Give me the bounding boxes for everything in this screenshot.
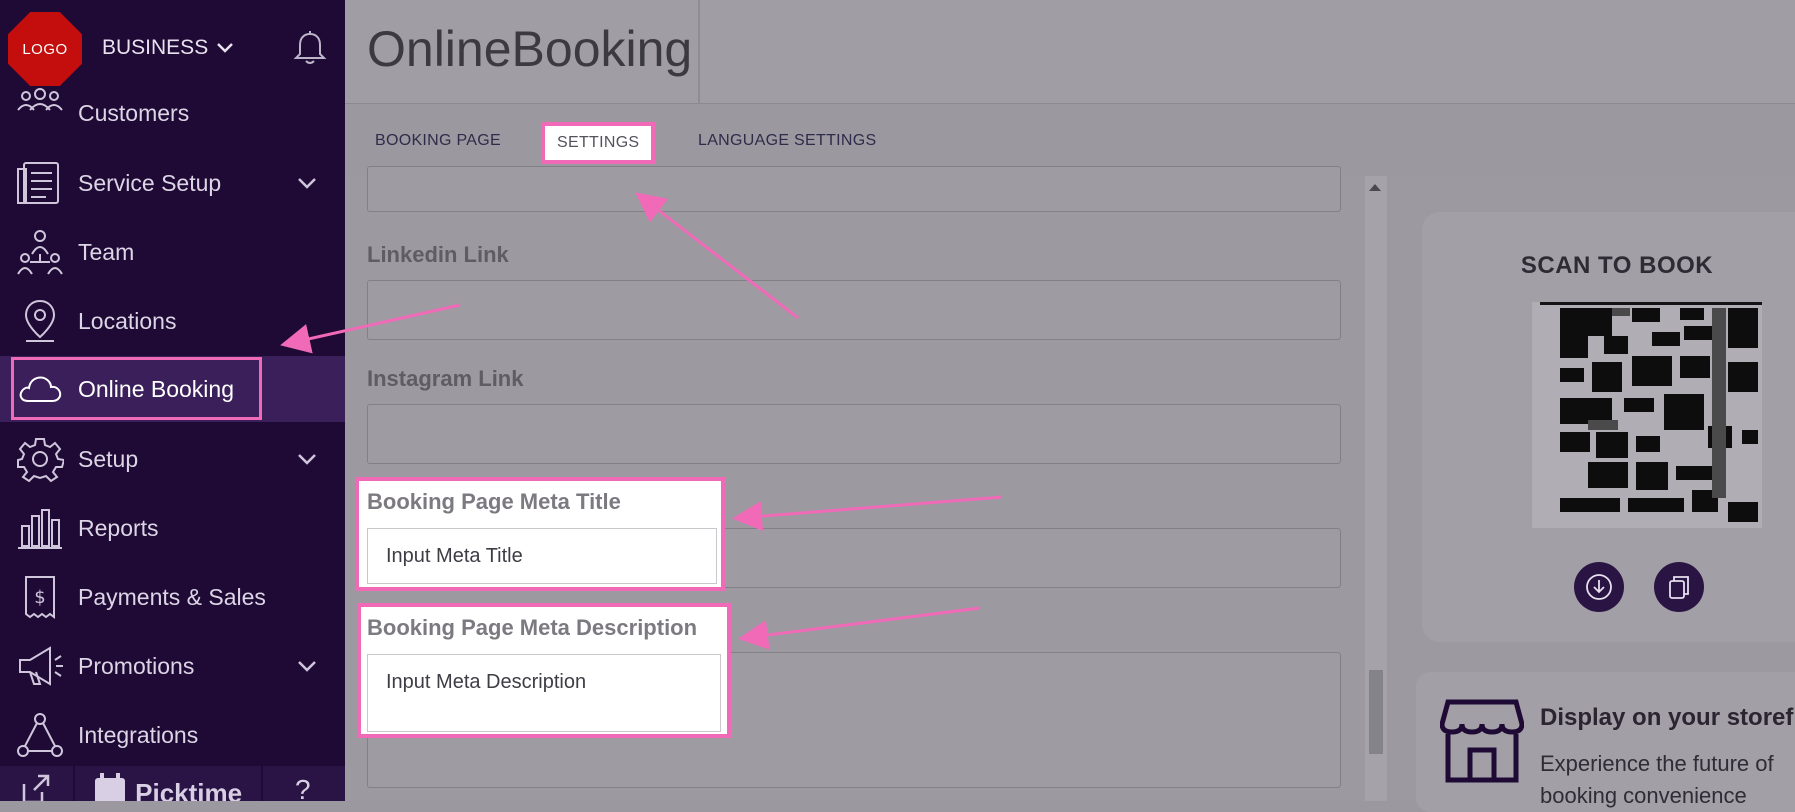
- integrations-icon: [17, 713, 63, 757]
- instagram-input[interactable]: [367, 404, 1341, 464]
- settings-form: Linkedin Link Instagram Link Booking Pag…: [345, 166, 1365, 801]
- sidebar-item-label: Setup: [78, 445, 139, 472]
- download-qr-button[interactable]: [1574, 562, 1624, 612]
- previous-link-input[interactable]: [367, 166, 1341, 212]
- business-logo[interactable]: LOGO: [8, 12, 82, 86]
- team-icon: [17, 230, 63, 275]
- chevron-down-icon: [298, 454, 316, 465]
- storefront-card: Display on your storefront Experience th…: [1416, 672, 1795, 812]
- download-icon: [1586, 574, 1612, 600]
- location-pin-icon: [24, 299, 56, 342]
- instagram-label: Instagram Link: [367, 366, 524, 391]
- scan-to-book-title: SCAN TO BOOK: [1520, 252, 1714, 279]
- scroll-up-arrow-icon[interactable]: [1369, 184, 1381, 191]
- storefront-description-line-1: Experience the future of: [1540, 751, 1774, 776]
- tab-settings[interactable]: SETTINGS: [541, 122, 656, 164]
- sidebar-item-label: Service Setup: [78, 169, 222, 196]
- meta-title-highlight: Booking Page Meta Title Input Meta Title: [355, 477, 725, 591]
- bar-chart-icon: [18, 509, 62, 549]
- qr-card: SCAN TO BOOK: [1422, 212, 1795, 642]
- sidebar-item-promotions[interactable]: Promotions: [0, 633, 345, 699]
- external-link-icon: [22, 774, 50, 801]
- sidebar-item-setup[interactable]: Setup: [0, 426, 345, 492]
- meta-description-label: Booking Page Meta Description: [367, 615, 698, 640]
- sidebar-item-reports[interactable]: Reports: [0, 495, 345, 561]
- sidebar-item-label: Integrations: [78, 721, 199, 748]
- meta-description-input[interactable]: Input Meta Description: [367, 654, 721, 732]
- service-setup-icon: [17, 162, 59, 204]
- receipt-dollar-icon: $: [25, 576, 55, 619]
- sidebar-item-customers[interactable]: Customers: [0, 82, 345, 148]
- sidebar-item-service-setup[interactable]: Service Setup: [0, 150, 345, 216]
- picktime-brand[interactable]: Picktime: [75, 766, 263, 801]
- tab-language-settings[interactable]: LANGUAGE SETTINGS: [698, 132, 876, 150]
- page-header: OnlineBooking: [345, 0, 1795, 104]
- sidebar-item-label: Reports: [78, 514, 159, 541]
- meta-description-highlight: Booking Page Meta Description Input Meta…: [357, 603, 731, 738]
- footer-brand-label: Picktime: [135, 778, 243, 801]
- linkedin-input[interactable]: [367, 280, 1341, 340]
- page-title: OnlineBooking: [367, 21, 693, 77]
- business-label: BUSINESS: [102, 36, 209, 59]
- sidebar-item-label: Payments & Sales: [78, 583, 266, 610]
- calendar-icon: [95, 773, 126, 801]
- form-scrollbar[interactable]: [1365, 176, 1387, 801]
- chevron-down-icon: [217, 43, 234, 53]
- sidebar-item-label: Locations: [78, 307, 177, 334]
- storefront-description-line-2: booking convenience: [1540, 783, 1747, 808]
- sidebar-item-label: Team: [78, 238, 135, 265]
- help-button[interactable]: ?: [263, 766, 345, 801]
- sidebar-item-payments-sales[interactable]: $ Payments & Sales: [0, 564, 345, 630]
- storefront-description: Experience the future of booking conveni…: [1540, 748, 1774, 812]
- chevron-down-icon: [298, 178, 316, 189]
- meta-title-input[interactable]: Input Meta Title: [367, 528, 717, 584]
- help-icon: ?: [294, 774, 311, 801]
- chevron-down-icon: [298, 661, 316, 672]
- meta-title-label: Booking Page Meta Title: [367, 489, 621, 514]
- sidebar-item-label: Customers: [78, 100, 190, 126]
- copy-icon: [1669, 576, 1689, 599]
- sidebar-item-locations[interactable]: Locations: [0, 288, 345, 354]
- storefront-title: Display on your storefront: [1540, 704, 1795, 731]
- sidebar: LOGO BUSINESS Customers Service Setup Te…: [0, 0, 345, 801]
- header-divider: [698, 0, 700, 103]
- storefront-icon: [1440, 699, 1524, 783]
- scroll-thumb[interactable]: [1369, 670, 1383, 754]
- qr-code-image: [1532, 302, 1762, 528]
- sidebar-item-team[interactable]: Team: [0, 219, 345, 285]
- sidebar-item-integrations[interactable]: Integrations: [0, 702, 345, 768]
- linkedin-label: Linkedin Link: [367, 242, 509, 267]
- sidebar-item-label: Promotions: [78, 652, 195, 679]
- copy-qr-button[interactable]: [1654, 562, 1704, 612]
- customers-icon: [17, 88, 63, 111]
- tab-booking-page[interactable]: BOOKING PAGE: [375, 132, 501, 150]
- megaphone-icon: [19, 646, 63, 686]
- business-switcher[interactable]: BUSINESS: [102, 36, 234, 60]
- sidebar-footer: Picktime ?: [0, 766, 345, 801]
- external-link-button[interactable]: [0, 766, 76, 801]
- svg-text:$: $: [34, 587, 45, 608]
- gear-icon: [17, 438, 64, 483]
- bell-icon[interactable]: [293, 30, 327, 66]
- right-panel: SCAN TO BOOK Display on your storef Expe…: [1390, 176, 1795, 812]
- online-booking-highlight: [11, 357, 262, 420]
